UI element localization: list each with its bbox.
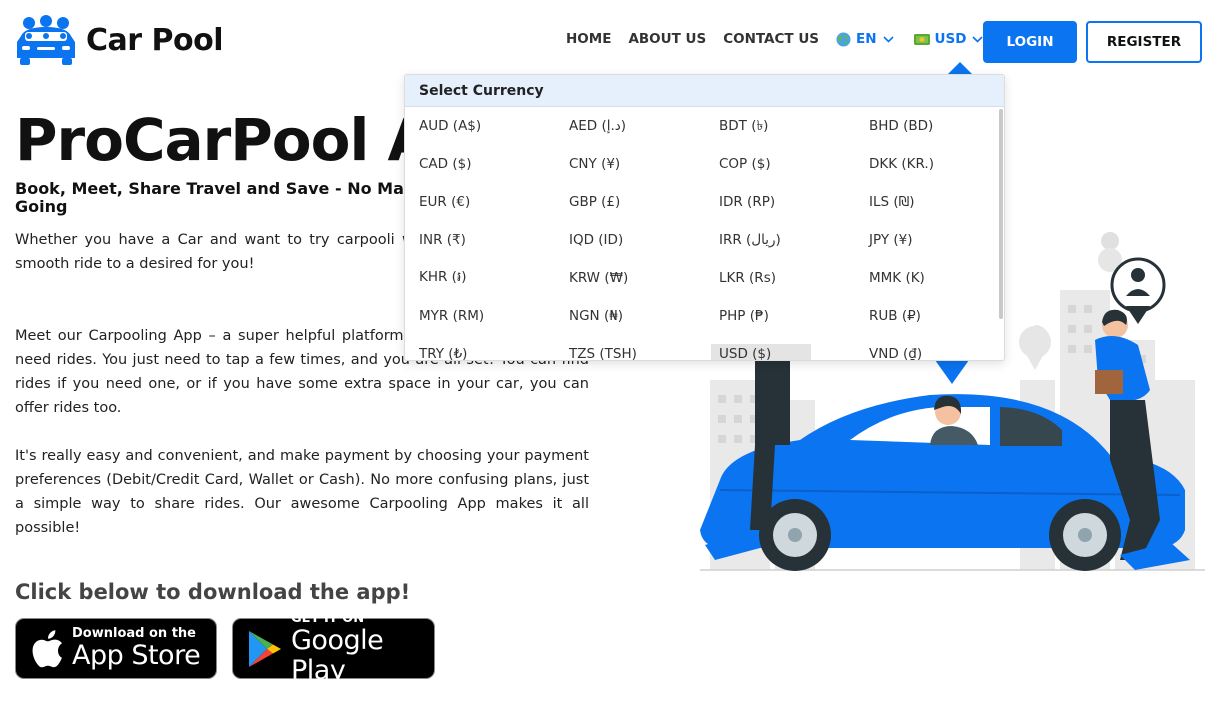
dropdown-pointer [948,62,972,74]
hero-paragraph-3: It's really easy and convenient, and mak… [15,448,589,536]
currency-option-label: RUB (₽) [869,308,921,324]
currency-option[interactable]: PHP (₱) [705,297,855,335]
currency-option[interactable]: TZS (TSH) [555,335,705,361]
currency-option-label: LKR (Rs) [719,270,776,286]
currency-option[interactable]: GBP (£) [555,183,705,221]
nav-about-us[interactable]: ABOUT US [628,31,706,47]
currency-option-label: PHP (₱) [719,308,769,324]
currency-option[interactable]: CNY (¥) [555,145,705,183]
currency-option-label: COP ($) [719,156,771,172]
app-store-button[interactable]: Download on the App Store [15,618,217,679]
currency-dropdown-header: Select Currency [405,75,1004,107]
currency-option-label: NGN (₦) [569,308,624,324]
currency-option-label: ILS (₪) [869,194,915,210]
currency-option-label: GBP (£) [569,194,621,210]
currency-option-label: TRY (₺) [419,346,468,361]
currency-option-label: USD ($) [711,344,812,360]
google-play-big-text: Google Play [291,624,384,686]
dropdown-scrollbar[interactable] [999,109,1003,319]
currency-selector[interactable]: USD [913,31,984,47]
currency-option-label: AUD (A$) [419,118,482,134]
currency-option[interactable]: IDR (RP) [705,183,855,221]
currency-option[interactable]: ILS (₪) [855,183,1001,221]
currency-option[interactable]: TRY (₺) [405,335,555,361]
globe-icon [836,32,851,46]
google-play-small-text: GET IT ON [291,610,365,626]
currency-option[interactable]: AED (د.إ) [555,107,705,145]
hero-subtitle: Book, Meet, Share Travel and Save - No M… [15,179,404,216]
hero-title: ProCarPool A [15,106,432,174]
currency-option-label: DKK (KR.) [869,156,934,172]
currency-grid: AUD (A$) AED (د.إ) BDT (৳) BHD (BD) CAD ($) C… [405,107,1001,361]
currency-label: USD [934,31,967,47]
currency-option[interactable]: DKK (KR.) [855,145,1001,183]
main-nav: HOME ABOUT US CONTACT US EN USD [566,31,1003,47]
apple-icon [30,629,64,669]
nav-home[interactable]: HOME [566,31,611,47]
chevron-down-icon [882,35,894,43]
language-label: EN [856,31,877,47]
register-button[interactable]: REGISTER [1086,21,1202,63]
currency-option-label: BDT (৳) [719,117,769,134]
currency-option-label: AED (د.إ) [569,118,627,134]
currency-option[interactable]: MYR (RM) [405,297,555,335]
currency-option[interactable]: KHR (៛) [405,259,555,297]
car-pool-logo-icon [17,15,75,65]
currency-option-label: IDR (RP) [719,194,776,210]
currency-option[interactable]: COP ($) [705,145,855,183]
currency-option[interactable]: LKR (Rs) [705,259,855,297]
currency-option-label: VND (₫) [869,346,923,361]
google-play-icon [247,629,283,669]
currency-option[interactable]: VND (₫) [855,335,1001,361]
currency-option-label: CNY (¥) [569,156,621,172]
nav-contact-us[interactable]: CONTACT US [723,31,819,47]
currency-option-label: KRW (₩) [569,270,629,286]
currency-option-label: CAD ($) [419,156,472,172]
chevron-down-icon [972,35,984,43]
currency-option[interactable]: IQD (ID) [555,221,705,259]
currency-option[interactable]: CAD ($) [405,145,555,183]
currency-option-label: MYR (RM) [419,308,485,324]
login-button[interactable]: LOGIN [983,21,1077,63]
currency-option-label: MMK (K) [869,270,925,286]
currency-option[interactable]: EUR (€) [405,183,555,221]
app-store-big-text: App Store [72,639,201,671]
currency-option[interactable]: BHD (BD) [855,107,1001,145]
currency-dropdown: Select Currency AUD (A$) AED (د.إ) BDT (৳)… [404,74,1005,361]
currency-option-label: JPY (¥) [869,232,913,248]
brand-name: Car Pool [86,22,224,58]
currency-option-label: BHD (BD) [869,118,934,134]
currency-option[interactable]: INR (₹) [405,221,555,259]
currency-option[interactable]: AUD (A$) [405,107,555,145]
app-store-small-text: Download on the [72,625,196,641]
money-icon [913,33,930,45]
currency-option-label: IQD (ID) [569,232,624,248]
currency-option[interactable]: MMK (K) [855,259,1001,297]
currency-option[interactable]: JPY (¥) [855,221,1001,259]
download-title: Click below to download the app! [15,580,411,604]
currency-option-label: TZS (TSH) [569,346,637,361]
currency-option-label: EUR (€) [419,194,471,210]
currency-option[interactable]: NGN (₦) [555,297,705,335]
language-selector[interactable]: EN [836,31,894,47]
currency-option-label: IRR (ریال) [719,232,781,248]
currency-option[interactable]: USD ($) [705,335,855,360]
currency-option[interactable]: IRR (ریال) [705,221,855,259]
currency-option[interactable]: BDT (৳) [705,107,855,145]
currency-option[interactable]: KRW (₩) [555,259,705,297]
google-play-button[interactable]: GET IT ON Google Play [232,611,435,685]
currency-option-label: INR (₹) [419,232,466,248]
currency-option-label: KHR (៛) [419,269,467,285]
currency-option[interactable]: RUB (₽) [855,297,1001,335]
brand-logo[interactable]: Car Pool [15,14,224,66]
